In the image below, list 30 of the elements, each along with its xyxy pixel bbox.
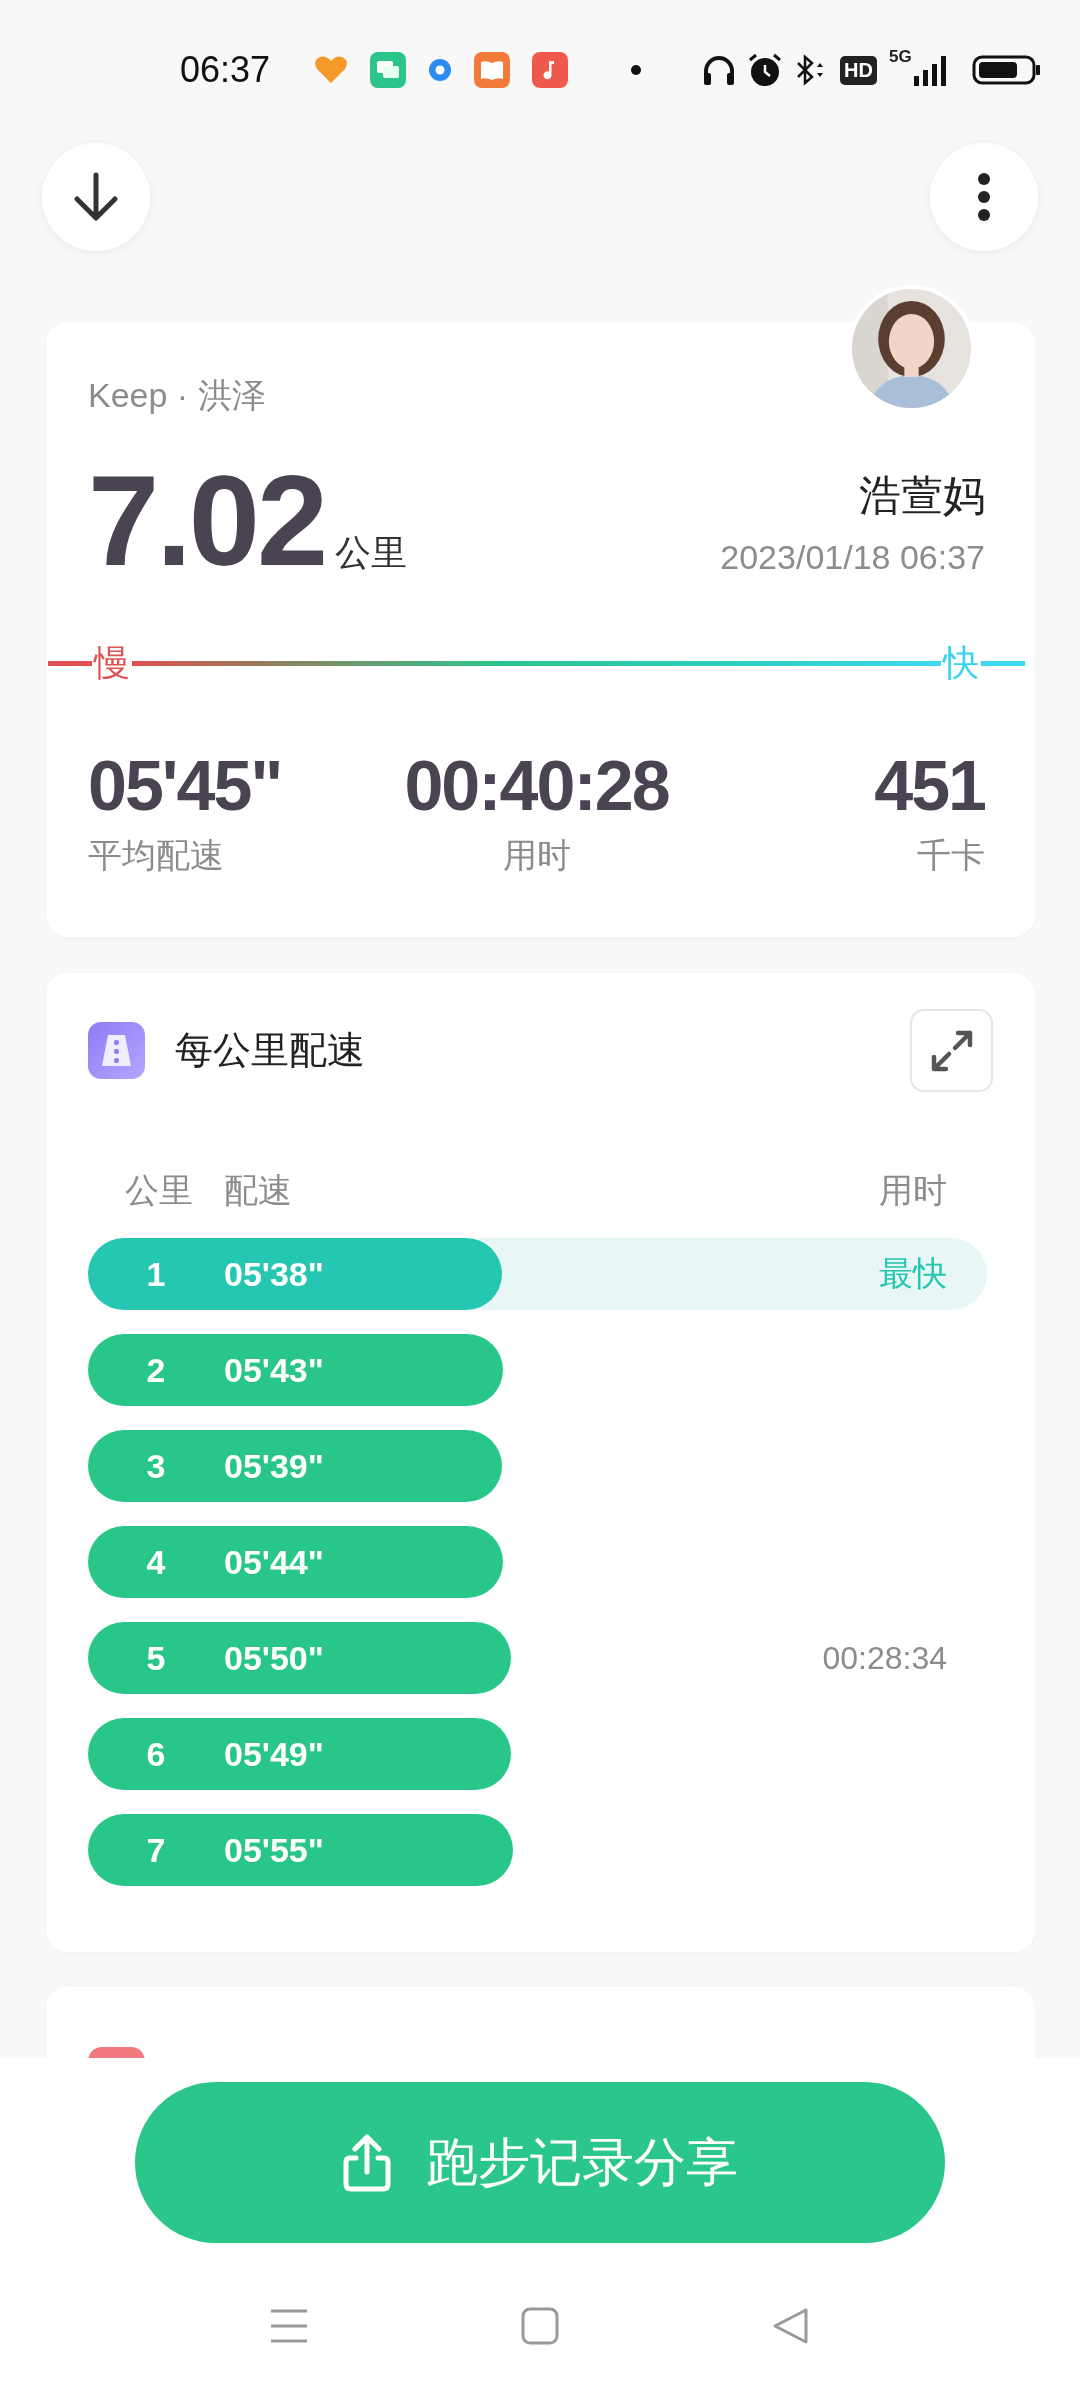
- stat-label: 用时: [502, 835, 571, 876]
- pace-bar: 4 05'44": [88, 1526, 504, 1598]
- distance-value: 7.02: [88, 457, 326, 585]
- stat-value: 05'45": [88, 751, 282, 821]
- stat-label: 千卡: [917, 835, 985, 876]
- column-header: 公里: [125, 1170, 193, 1211]
- column-header: 配速: [224, 1170, 292, 1211]
- user-name: 浩萱妈: [859, 471, 985, 521]
- run-datetime: 2023/01/18 06:37: [720, 538, 985, 577]
- hd-badge: HD: [840, 55, 877, 85]
- share-button[interactable]: 跑步记录分享: [135, 2082, 945, 2243]
- stat-value: 451: [874, 751, 985, 821]
- distance-unit: 公里: [335, 531, 408, 575]
- pace-bar: 3 05'39": [88, 1430, 502, 1502]
- status-time: 06:37: [180, 49, 271, 91]
- stat-label: 平均配速: [88, 835, 224, 876]
- split-time: 00:28:34: [822, 1639, 947, 1677]
- fastest-tag: 最快: [879, 1251, 947, 1297]
- pace-bar: 7 05'55": [88, 1814, 514, 1886]
- network-label: 5G: [889, 47, 912, 67]
- slow-label: 慢: [92, 645, 131, 681]
- column-header: 用时: [879, 1170, 947, 1211]
- source-label: Keep · 洪泽: [88, 375, 266, 412]
- pace-bar: 6 05'49": [88, 1718, 511, 1790]
- stat-value: 00:40:28: [404, 751, 669, 821]
- pace-bar: 1 05'38": [88, 1238, 502, 1310]
- fast-label: 快: [941, 645, 980, 681]
- pace-bar: 5 05'50": [88, 1622, 511, 1694]
- card-title: 每公里配速: [175, 1028, 365, 1073]
- pace-bar: 2 05'43": [88, 1334, 504, 1406]
